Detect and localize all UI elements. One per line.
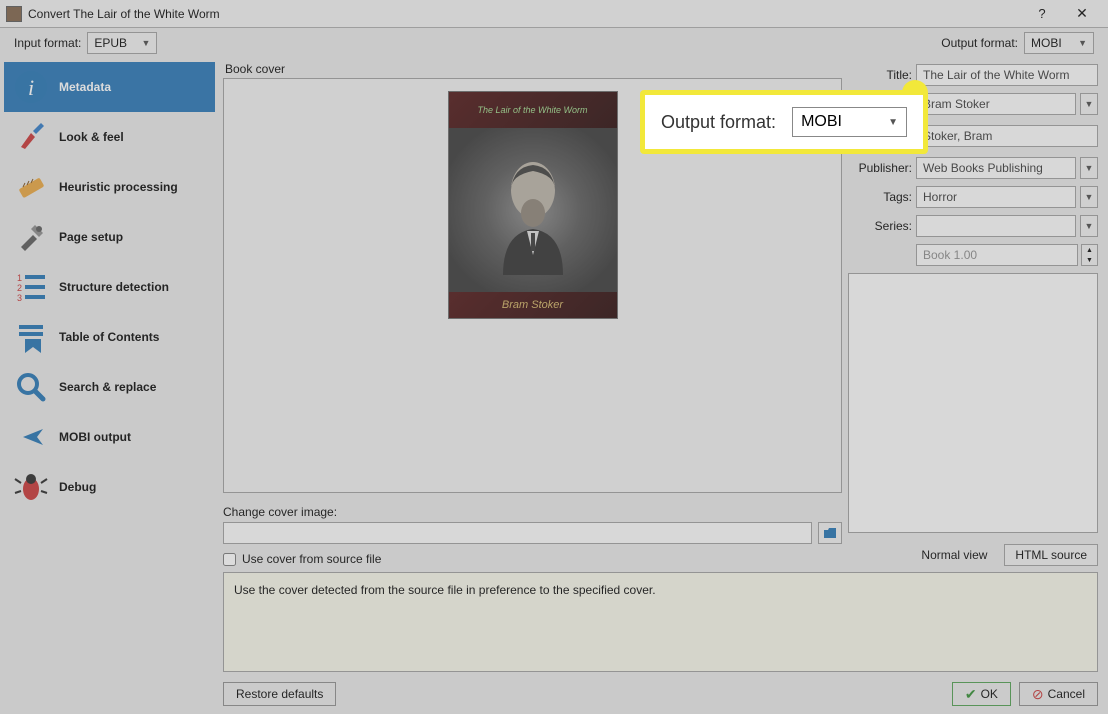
cancel-icon: ⊘ xyxy=(1032,686,1044,703)
authors-input[interactable]: Bram Stoker xyxy=(916,93,1076,115)
use-source-cover-checkbox[interactable]: Use cover from source file xyxy=(223,552,842,566)
ok-button[interactable]: ✔OK xyxy=(952,682,1011,706)
book-num-input[interactable]: Book 1.00 xyxy=(916,244,1078,266)
arrow-left-icon xyxy=(13,419,49,455)
info-icon: i xyxy=(13,69,49,105)
svg-text:3: 3 xyxy=(17,293,22,303)
use-source-cover-label: Use cover from source file xyxy=(242,552,381,566)
change-cover-label: Change cover image: xyxy=(223,505,842,519)
sidebar-item-label: Search & replace xyxy=(59,380,156,394)
sidebar-item-look-feel[interactable]: Look & feel xyxy=(4,112,215,162)
sidebar-item-metadata[interactable]: i Metadata xyxy=(4,62,215,112)
callout-output-format-value: MOBI xyxy=(801,113,842,131)
chevron-up-icon[interactable]: ▲ xyxy=(1082,245,1097,255)
comments-textarea[interactable] xyxy=(848,273,1098,533)
sidebar-item-label: Heuristic processing xyxy=(59,180,178,194)
chevron-down-icon[interactable]: ▼ xyxy=(1082,255,1097,265)
output-format-combo[interactable]: MOBI ▼ xyxy=(1024,32,1094,54)
sidebar-item-toc[interactable]: Table of Contents xyxy=(4,312,215,362)
list-numbered-icon: 123 xyxy=(13,269,49,305)
change-cover-input[interactable] xyxy=(223,522,812,544)
cover-portrait xyxy=(449,128,617,292)
title-input[interactable]: The Lair of the White Worm xyxy=(916,64,1098,86)
cover-title-text: The Lair of the White Worm xyxy=(449,92,617,128)
publisher-dropdown-button[interactable]: ▼ xyxy=(1080,157,1098,179)
sidebar-item-label: Structure detection xyxy=(59,280,169,294)
sidebar-item-label: Look & feel xyxy=(59,130,124,144)
search-icon xyxy=(13,369,49,405)
normal-view-button[interactable]: Normal view xyxy=(910,544,998,566)
cover-author-text: Bram Stoker xyxy=(449,292,617,318)
series-input[interactable] xyxy=(916,215,1076,237)
bug-icon xyxy=(13,469,49,505)
sidebar-item-label: Metadata xyxy=(59,80,111,94)
callout-box: Output format: MOBI ▼ xyxy=(640,90,928,154)
folder-open-icon xyxy=(823,526,837,540)
book-cover-label: Book cover xyxy=(225,62,842,76)
tags-dropdown-button[interactable]: ▼ xyxy=(1080,186,1098,208)
ruler-icon xyxy=(13,169,49,205)
svg-text:1: 1 xyxy=(17,273,22,283)
sidebar: i Metadata Look & feel Heuristic process… xyxy=(0,58,219,714)
book-num-spinner[interactable]: ▲▼ xyxy=(1081,244,1098,266)
tools-icon xyxy=(13,219,49,255)
sidebar-item-debug[interactable]: Debug xyxy=(4,462,215,512)
brush-icon xyxy=(13,119,49,155)
sidebar-item-label: Debug xyxy=(59,480,96,494)
cover-image: The Lair of the White Worm Bram Stoker xyxy=(448,91,618,319)
publisher-input[interactable]: Web Books Publishing xyxy=(916,157,1076,179)
sidebar-item-label: Page setup xyxy=(59,230,123,244)
html-source-button[interactable]: HTML source xyxy=(1004,544,1098,566)
input-format-label: Input format: xyxy=(14,36,81,50)
format-row: Input format: EPUB ▼ Output format: MOBI… xyxy=(0,28,1108,58)
publisher-label: Publisher: xyxy=(848,161,912,175)
svg-text:2: 2 xyxy=(17,283,22,293)
chevron-down-icon: ▼ xyxy=(888,117,898,128)
help-text-box: Use the cover detected from the source f… xyxy=(223,572,1098,672)
series-label: Series: xyxy=(848,219,912,233)
svg-text:i: i xyxy=(28,75,34,100)
check-icon: ✔ xyxy=(965,686,977,703)
cancel-button[interactable]: ⊘Cancel xyxy=(1019,682,1098,706)
sidebar-item-label: Table of Contents xyxy=(59,330,159,344)
browse-cover-button[interactable] xyxy=(818,522,842,544)
sidebar-item-label: MOBI output xyxy=(59,430,131,444)
window-title: Convert The Lair of the White Worm xyxy=(28,7,220,21)
series-dropdown-button[interactable]: ▼ xyxy=(1080,215,1098,237)
help-button[interactable]: ? xyxy=(1026,1,1058,27)
author-sort-input[interactable]: Stoker, Bram xyxy=(916,125,1098,147)
title-label: Title: xyxy=(848,68,912,82)
sidebar-item-mobi-output[interactable]: MOBI output xyxy=(4,412,215,462)
authors-dropdown-button[interactable]: ▼ xyxy=(1080,93,1098,115)
output-format-value: MOBI xyxy=(1031,36,1062,50)
chevron-down-icon: ▼ xyxy=(141,38,150,48)
toc-icon xyxy=(13,319,49,355)
callout-output-format-combo[interactable]: MOBI ▼ xyxy=(792,107,907,137)
tags-label: Tags: xyxy=(848,190,912,204)
app-icon xyxy=(6,6,22,22)
sidebar-item-search-replace[interactable]: Search & replace xyxy=(4,362,215,412)
titlebar: Convert The Lair of the White Worm ? ✕ xyxy=(0,0,1108,28)
checkbox-icon[interactable] xyxy=(223,553,236,566)
chevron-down-icon: ▼ xyxy=(1078,38,1087,48)
callout-label: Output format: xyxy=(661,112,776,133)
input-format-value: EPUB xyxy=(94,36,127,50)
close-button[interactable]: ✕ xyxy=(1062,1,1102,27)
input-format-combo[interactable]: EPUB ▼ xyxy=(87,32,157,54)
sidebar-item-page-setup[interactable]: Page setup xyxy=(4,212,215,262)
sidebar-item-structure[interactable]: 123 Structure detection xyxy=(4,262,215,312)
restore-defaults-button[interactable]: Restore defaults xyxy=(223,682,336,706)
output-format-label: Output format: xyxy=(941,36,1018,50)
tags-input[interactable]: Horror xyxy=(916,186,1076,208)
sidebar-item-heuristic[interactable]: Heuristic processing xyxy=(4,162,215,212)
